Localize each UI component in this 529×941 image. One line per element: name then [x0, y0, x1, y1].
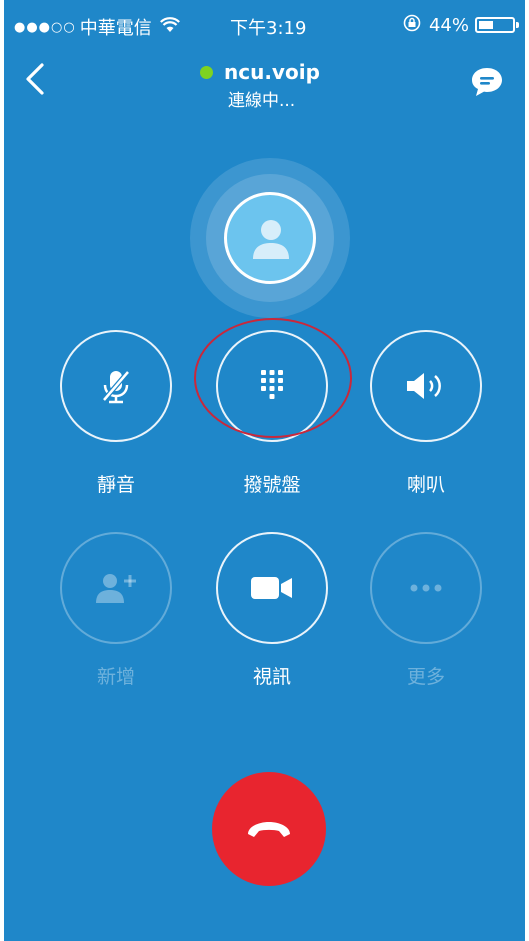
status-time: 下午3:19 [230, 18, 307, 39]
battery-percent: 44% [428, 14, 469, 36]
back-button[interactable] [18, 62, 52, 96]
battery-icon [475, 17, 519, 33]
orientation-lock-icon [403, 14, 421, 36]
add-label: 新增 [96, 666, 135, 688]
status-left: ●●●○○ 中華電信 [14, 14, 180, 40]
end-call-button[interactable] [212, 772, 326, 886]
avatar [224, 192, 316, 284]
status-bar: ●●●○○ 中華電信 下午3:19 44% [4, 0, 525, 44]
more-label: 更多 [406, 666, 445, 688]
presence-indicator [200, 66, 213, 79]
chat-icon [472, 68, 502, 96]
signal-dots: ●●●○○ [14, 19, 76, 35]
call-status: 連線中... [228, 91, 296, 111]
video-button[interactable] [216, 532, 328, 644]
add-participant-button[interactable] [60, 532, 172, 644]
mute-button[interactable] [60, 330, 172, 442]
battery-nub [516, 22, 519, 28]
speaker-icon [407, 373, 441, 399]
video-camera-icon [251, 577, 292, 599]
back-chevron-icon [26, 63, 44, 95]
phone-hangup-icon [248, 822, 290, 837]
more-button[interactable] [370, 532, 482, 644]
mute-label: 靜音 [96, 474, 135, 496]
contact-name: ncu.voip [224, 60, 320, 84]
battery-fill [479, 21, 493, 29]
call-screen: ●●●○○ 中華電信 下午3:19 44% ncu.voip 連線中... 靜音… [4, 0, 525, 941]
video-label: 視訊 [252, 666, 291, 688]
speaker-label: 喇叭 [406, 474, 445, 496]
add-person-icon [96, 574, 136, 603]
ellipsis-icon [410, 584, 442, 592]
wifi-icon [159, 16, 180, 38]
mic-off-icon [102, 370, 130, 404]
person-icon [253, 220, 289, 259]
carrier-name: 中華電信 [79, 18, 152, 39]
speaker-button[interactable] [370, 330, 482, 442]
dialpad-label: 撥號盤 [243, 474, 301, 496]
status-right: 44% [403, 14, 519, 36]
chat-button[interactable] [470, 66, 504, 98]
dialpad-highlight-ring [194, 318, 352, 438]
